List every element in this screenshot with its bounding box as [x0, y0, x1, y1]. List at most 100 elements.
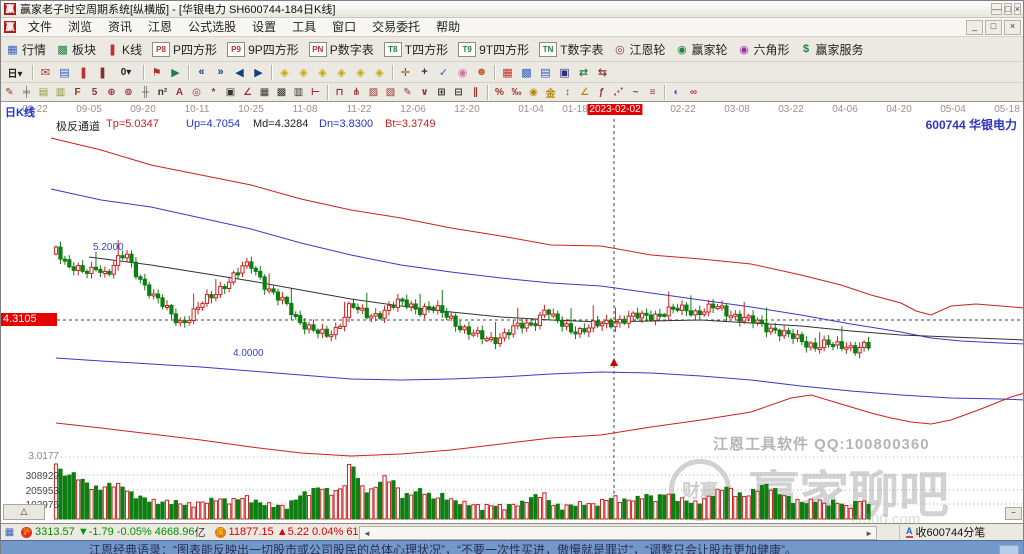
quotes-button[interactable]: ▦行情 — [1, 40, 51, 59]
gann-wheel-button[interactable]: ◎江恩轮 — [608, 40, 670, 59]
n-square-icon[interactable]: n² — [154, 85, 171, 99]
horizontal-scrollbar[interactable]: ◄ ► — [359, 526, 877, 540]
fence-icon[interactable]: ▥ — [290, 85, 307, 99]
pencil2-icon[interactable]: ✎ — [399, 85, 416, 99]
winner-wheel-button[interactable]: ◉赢家轮 — [670, 40, 732, 59]
t9-square-button[interactable]: T99T四方形 — [453, 40, 534, 59]
fibonacci-icon[interactable]: ƒ — [593, 85, 610, 99]
close-button[interactable]: × — [1014, 3, 1021, 15]
menu-item-2[interactable]: 资讯 — [100, 18, 140, 36]
draw-pen-icon[interactable]: ✎ — [1, 85, 18, 99]
zoom-in-h-diamond-icon[interactable]: ◈ — [294, 64, 313, 80]
t-square-button[interactable]: T8T四方形 — [379, 40, 453, 59]
flag-marker-icon[interactable]: ⚑ — [147, 64, 166, 80]
ticker-scroll-grip[interactable] — [999, 545, 1019, 554]
crosshair-icon[interactable]: + — [415, 64, 434, 80]
menu-item-7[interactable]: 窗口 — [324, 18, 364, 36]
percent-lines-icon[interactable]: ‰ — [508, 85, 525, 99]
table-grid-icon[interactable]: ⊞ — [433, 85, 450, 99]
net-upload-icon[interactable]: ⇄ — [574, 64, 593, 80]
wheel-mini-icon[interactable]: ⊚ — [120, 85, 137, 99]
child-close-button[interactable]: × — [1004, 20, 1021, 35]
zoom-out-v-diamond-icon[interactable]: ◈ — [313, 64, 332, 80]
calendar-icon[interactable]: ▦ — [498, 64, 517, 80]
service-button[interactable]: $赢家服务 — [795, 40, 869, 59]
sectors-button[interactable]: ▩板块 — [51, 40, 101, 59]
menu-item-0[interactable]: 文件 — [20, 18, 60, 36]
trend-chart-icon[interactable]: ❚ — [93, 64, 112, 80]
emotion-face-icon[interactable]: ☻ — [472, 64, 491, 80]
gann-angle-icon[interactable]: ∠ — [576, 85, 593, 99]
zoom-out-h-diamond-icon[interactable]: ◈ — [275, 64, 294, 80]
mail-icon[interactable]: ✉ — [36, 64, 55, 80]
taichi-icon[interactable]: ◐ — [668, 85, 685, 99]
save-icon[interactable]: ▣ — [555, 64, 574, 80]
apex-icon[interactable]: A — [171, 85, 188, 99]
menu-item-8[interactable]: 交易委托 — [364, 18, 428, 36]
p-square-button[interactable]: P8P四方形 — [147, 40, 222, 59]
minimize-button[interactable]: — — [991, 3, 1002, 15]
expand-diamond-icon[interactable]: ◈ — [351, 64, 370, 80]
p-number-button[interactable]: PNP数字表 — [304, 40, 379, 59]
levels-icon[interactable]: ≡ — [644, 85, 661, 99]
shade-box2-icon[interactable]: ▧ — [382, 85, 399, 99]
drag-hand-icon[interactable]: ✛ — [396, 64, 415, 80]
infinity-icon[interactable]: ∞ — [685, 85, 702, 99]
scroll-right-arrow[interactable]: ► — [862, 529, 876, 538]
zoom-in-v-diamond-icon[interactable]: ◈ — [332, 64, 351, 80]
ruler-icon[interactable]: ⊢ — [307, 85, 324, 99]
quote-grid-icon[interactable]: ▦ — [3, 527, 16, 538]
kline-button[interactable]: ❚K线 — [101, 40, 147, 59]
go-first-icon[interactable]: « — [192, 64, 211, 80]
info-page-icon[interactable]: ▤ — [55, 64, 74, 80]
net-download-icon[interactable]: ⇆ — [593, 64, 612, 80]
star-icon[interactable]: * — [205, 85, 222, 99]
menu-item-4[interactable]: 公式选股 — [180, 18, 244, 36]
compass-icon[interactable]: ⊕ — [103, 85, 120, 99]
shade-box-icon[interactable]: ▨ — [365, 85, 382, 99]
calculator-icon[interactable]: ▩ — [517, 64, 536, 80]
tick-view-status[interactable]: A 收600744分笔 — [899, 524, 985, 540]
compress-diamond-icon[interactable]: ◈ — [370, 64, 389, 80]
wave-icon[interactable]: ~ — [627, 85, 644, 99]
target-icon[interactable]: ◎ — [188, 85, 205, 99]
child-restore-button[interactable]: □ — [985, 20, 1002, 35]
gann-box-icon[interactable]: ▦ — [256, 85, 273, 99]
table-grid2-icon[interactable]: ⊟ — [450, 85, 467, 99]
layer-stack-icon[interactable]: ▤ — [35, 85, 52, 99]
p9-square-button[interactable]: P99P四方形 — [222, 40, 304, 59]
menu-item-5[interactable]: 设置 — [244, 18, 284, 36]
volume-pane-collapse-button[interactable]: △ — [3, 504, 45, 520]
golden-circle-icon[interactable]: ◉ — [525, 85, 542, 99]
golden-section-icon[interactable]: 金 — [542, 85, 559, 99]
go-last-icon[interactable]: » — [211, 64, 230, 80]
grid-hash-icon[interactable]: ╪ — [18, 85, 35, 99]
clamp-icon[interactable]: ⊓ — [331, 85, 348, 99]
annotate-check-icon[interactable]: ✓ — [434, 64, 453, 80]
step-forward-icon[interactable]: ▶ — [249, 64, 268, 80]
box-select-icon[interactable]: ▣ — [222, 85, 239, 99]
menu-item-3[interactable]: 江恩 — [140, 18, 180, 36]
percent-tool-icon[interactable]: % — [491, 85, 508, 99]
five-tool-icon[interactable]: 5 — [86, 85, 103, 99]
speed-line-icon[interactable]: ⋰ — [610, 85, 627, 99]
menu-item-1[interactable]: 浏览 — [60, 18, 100, 36]
gann-grid-icon[interactable]: ▩ — [273, 85, 290, 99]
notebook-icon[interactable]: ▤ — [536, 64, 555, 80]
wealth-pig-icon[interactable]: ◉ — [453, 64, 472, 80]
angle-icon[interactable]: ∠ — [239, 85, 256, 99]
stripe-lines-icon[interactable]: ∥ — [467, 85, 484, 99]
v-line-icon[interactable]: ∨ — [416, 85, 433, 99]
scale-zero-selector[interactable]: 0▾ — [112, 64, 140, 80]
maximize-button[interactable]: □ — [1004, 3, 1011, 15]
kline-chart-icon[interactable]: ❚ — [74, 64, 93, 80]
fan-lines-icon[interactable]: ⋔ — [348, 85, 365, 99]
step-back-icon[interactable]: ◀ — [230, 64, 249, 80]
kline-chart[interactable]: 5.20004.00003.0177308929205953102976 — [1, 103, 1023, 523]
t-number-button[interactable]: TNT数字表 — [534, 40, 608, 59]
f-tool-icon[interactable]: F — [69, 85, 86, 99]
pane-minimize-button[interactable]: − — [1005, 507, 1022, 520]
child-minimize-button[interactable]: _ — [966, 20, 983, 35]
layer-stack2-icon[interactable]: ▥ — [52, 85, 69, 99]
period-day-selector[interactable]: 日▾ — [1, 64, 29, 80]
